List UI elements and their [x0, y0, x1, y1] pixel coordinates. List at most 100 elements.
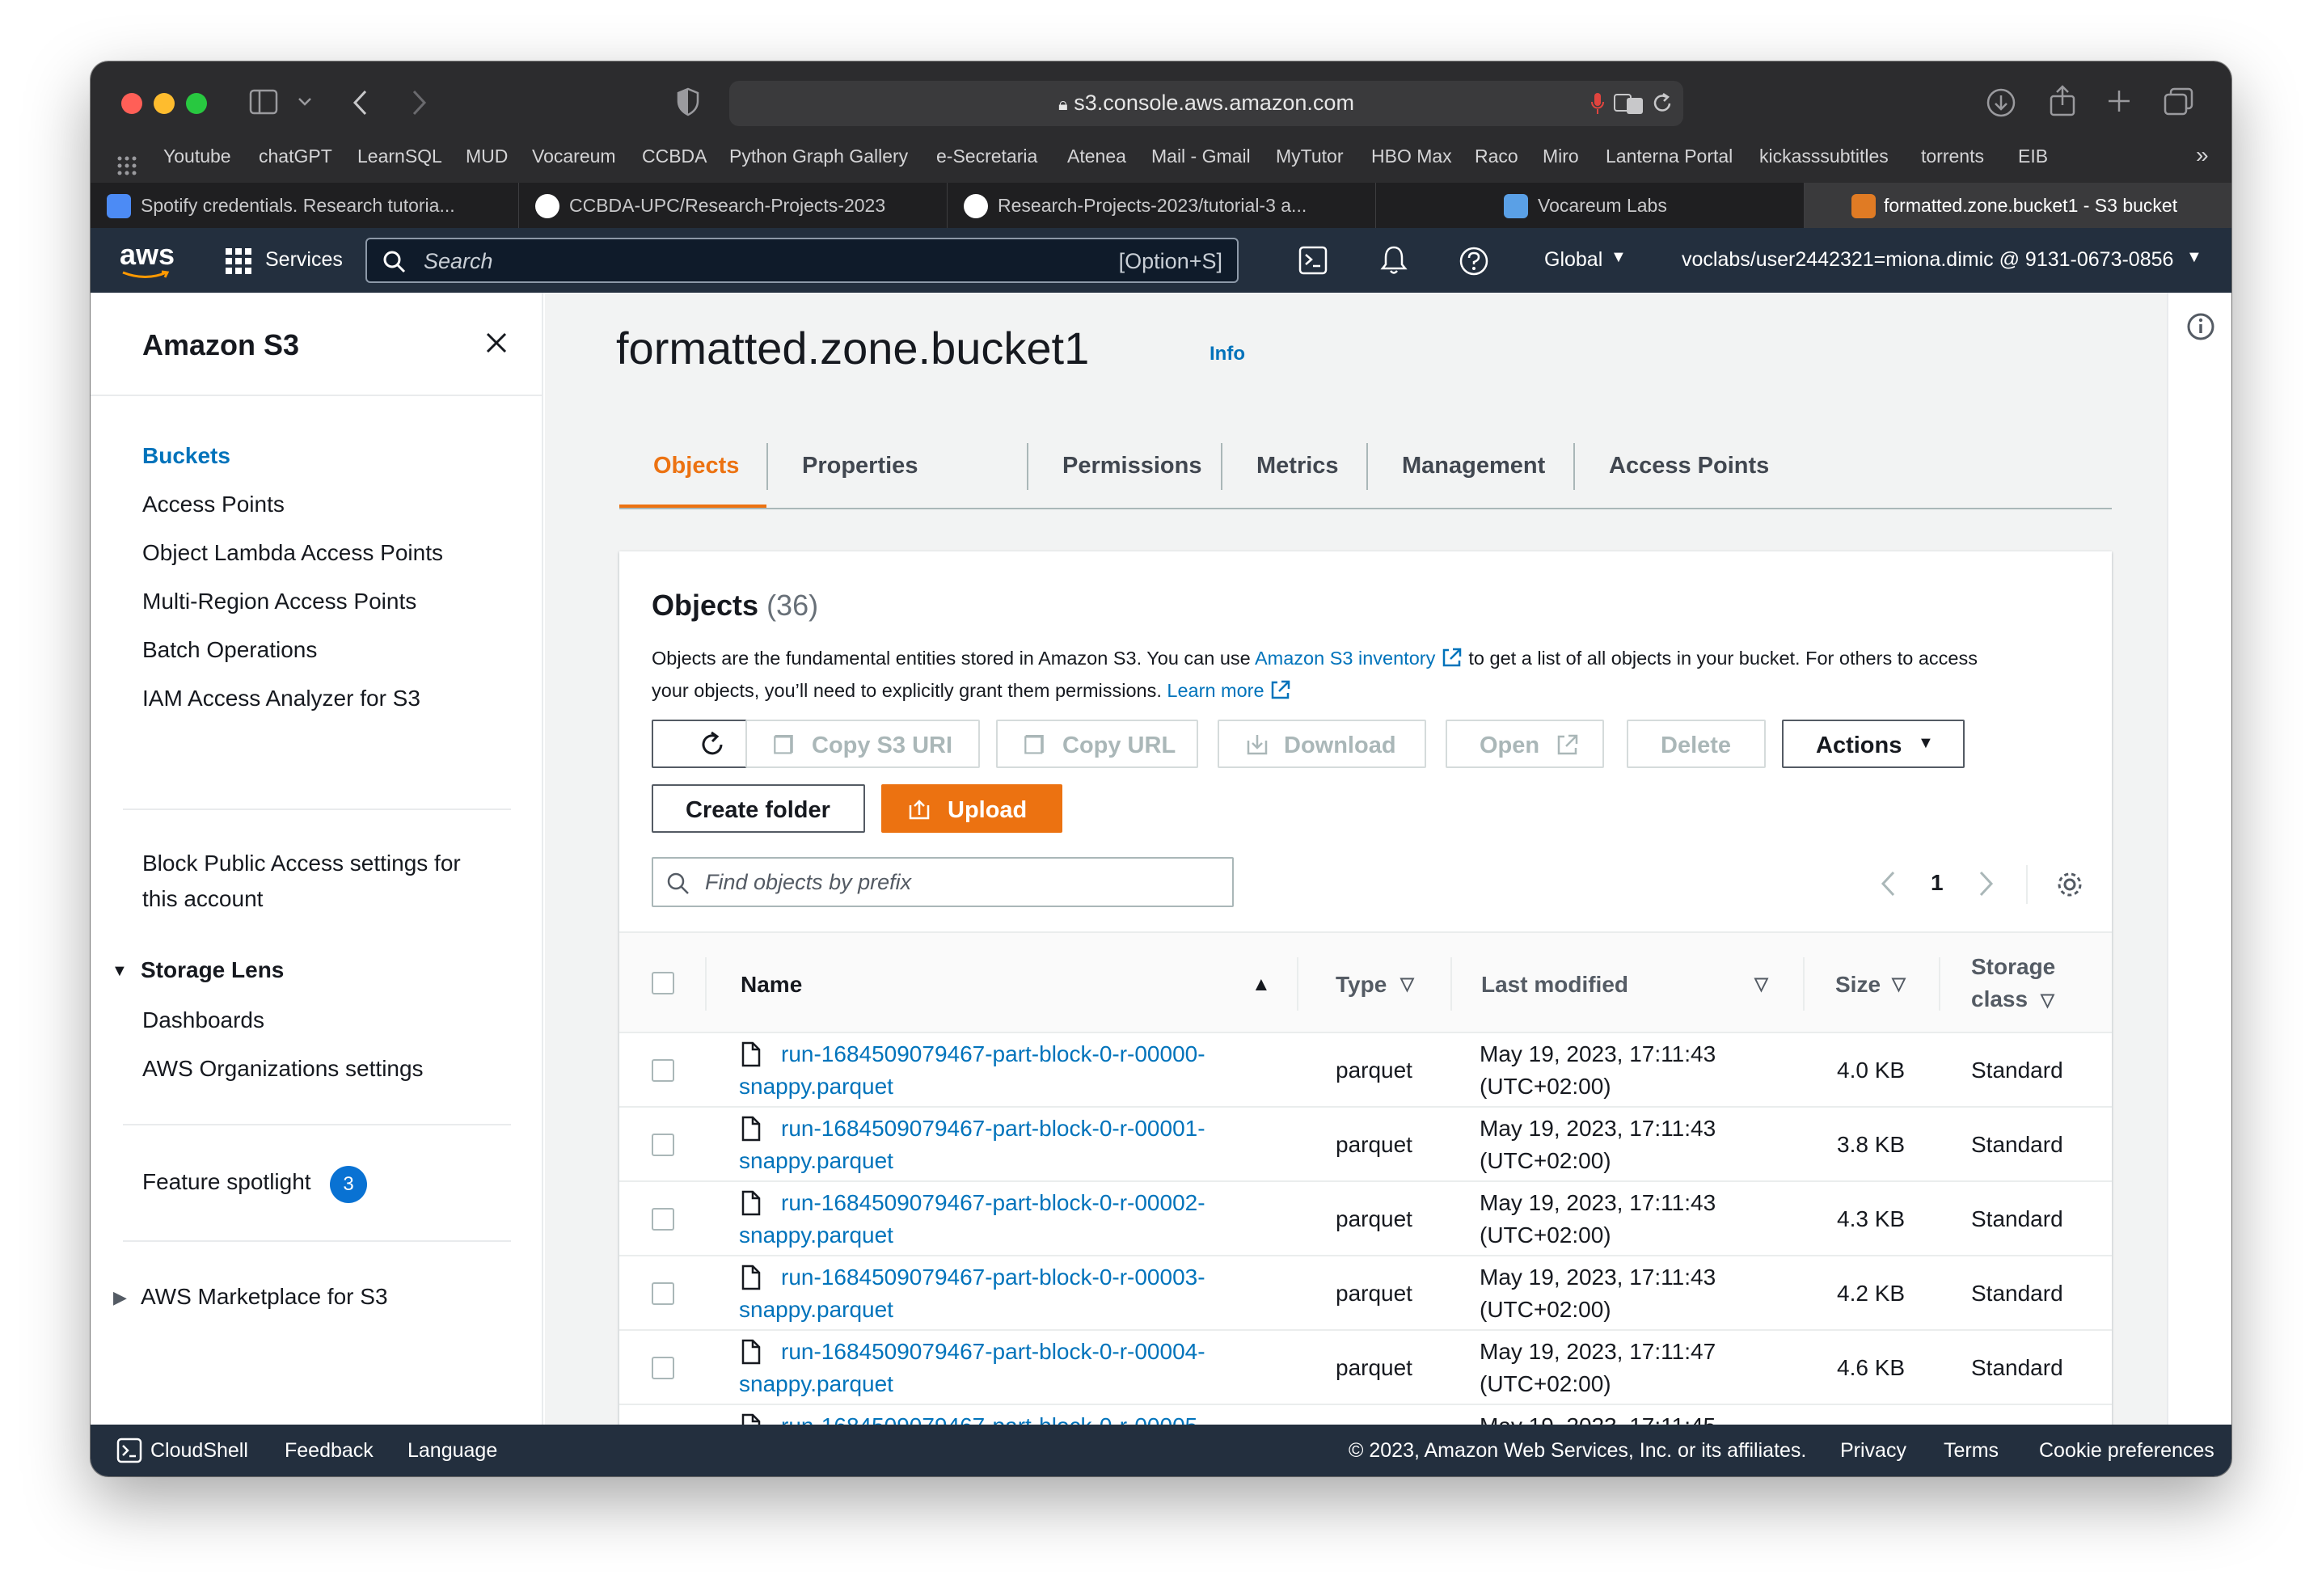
column-size[interactable]: Size [1835, 972, 1881, 998]
bookmark-python-graph-gallery[interactable]: Python Graph Gallery [729, 146, 908, 167]
copy-url-button[interactable]: ❐ Copy URL [996, 720, 1198, 768]
bookmark-ccbda[interactable]: CCBDA [642, 146, 707, 167]
external-link-icon[interactable] [1441, 646, 1463, 669]
bookmark-vocareum[interactable]: Vocareum [532, 146, 616, 167]
table-row[interactable]: run-1684509079467-part-block-0-r-00002- … [619, 1182, 2112, 1256]
region-selector[interactable]: Global [1544, 248, 1602, 272]
cloudshell-icon[interactable] [116, 1438, 142, 1463]
footer-privacy[interactable]: Privacy [1840, 1439, 1906, 1463]
column-type[interactable]: Type [1336, 972, 1387, 998]
services-menu[interactable]: Services [265, 248, 343, 272]
back-icon[interactable] [351, 89, 369, 116]
sort-ascending-icon[interactable]: ▲ [1252, 973, 1271, 996]
object-name-link-2[interactable]: snappy.parquet [739, 1294, 893, 1326]
sort-icon[interactable]: ▽ [2041, 990, 2054, 1011]
sidebar-item-object-lambda[interactable]: Object Lambda Access Points [142, 540, 443, 566]
table-row[interactable]: run-1684509079467-part-block-0-r-00001- … [619, 1108, 2112, 1182]
bookmark-lanterna-portal[interactable]: Lanterna Portal [1606, 146, 1733, 167]
bookmark-e-secretaria[interactable]: e-Secretaria [936, 146, 1037, 167]
object-name-link-2[interactable]: snappy.parquet [739, 1145, 893, 1177]
close-window-button[interactable] [121, 93, 142, 114]
object-name-link[interactable]: run-1684509079467-part-block-0-r-00000- [781, 1038, 1205, 1070]
create-folder-button[interactable]: Create folder [652, 784, 865, 833]
browser-tab-s3-bucket[interactable]: formatted.zone.bucket1 - S3 bucket [1805, 183, 2231, 228]
sidebar-item-iam-access-analyzer[interactable]: IAM Access Analyzer for S3 [142, 686, 420, 711]
footer-terms[interactable]: Terms [1944, 1439, 1999, 1463]
bookmark-mail-gmail[interactable]: Mail - Gmail [1151, 146, 1251, 167]
sidebar-item-feature-spotlight[interactable]: Feature spotlight [142, 1169, 311, 1195]
object-name-link-2[interactable]: snappy.parquet [739, 1070, 893, 1103]
column-storage-class[interactable]: Storage [1971, 954, 2055, 980]
bookmark-raco[interactable]: Raco [1475, 146, 1518, 167]
row-checkbox[interactable] [652, 1282, 674, 1305]
footer-language[interactable]: Language [407, 1439, 497, 1463]
select-all-checkbox[interactable] [652, 972, 674, 994]
footer-cloudshell[interactable]: CloudShell [150, 1439, 248, 1463]
chevron-down-icon[interactable] [298, 97, 312, 107]
sort-icon[interactable]: ▽ [1754, 973, 1768, 994]
actions-dropdown-button[interactable]: Actions ▼ [1782, 720, 1965, 768]
tab-access-points[interactable]: Access Points [1609, 453, 1769, 479]
row-checkbox[interactable] [652, 1208, 674, 1231]
column-last-modified[interactable]: Last modified [1481, 972, 1628, 998]
copy-s3-uri-button[interactable]: ❐ Copy S3 URI [745, 720, 980, 768]
upload-button[interactable]: Upload [881, 784, 1062, 833]
browser-tab-spotify[interactable]: Spotify credentials. Research tutoria... [91, 183, 519, 228]
reload-icon[interactable] [1653, 92, 1674, 115]
object-name-link[interactable]: run-1684509079467-part-block-0-r-00005- [781, 1410, 1205, 1425]
object-name-link[interactable]: run-1684509079467-part-block-0-r-00004- [781, 1336, 1205, 1368]
download-button[interactable]: Download [1218, 720, 1426, 768]
open-button[interactable]: Open [1446, 720, 1604, 768]
s3-inventory-link[interactable]: Amazon S3 inventory [1255, 648, 1435, 669]
sidebar-item-dashboards[interactable]: Dashboards [142, 1007, 264, 1033]
downloads-icon[interactable] [1986, 87, 2016, 118]
sidebar-section-storage-lens[interactable]: Storage Lens [141, 957, 284, 983]
tab-objects[interactable]: Objects [653, 453, 739, 479]
info-icon[interactable] [2186, 312, 2215, 341]
tab-overview-icon[interactable] [2164, 87, 2194, 116]
sidebar-item-aws-organizations[interactable]: AWS Organizations settings [142, 1056, 424, 1082]
browser-tab-vocareum[interactable]: Vocareum Labs [1376, 183, 1805, 228]
forward-icon[interactable] [411, 89, 429, 116]
column-name[interactable]: Name [741, 972, 802, 998]
bookmark-atenea[interactable]: Atenea [1067, 146, 1126, 167]
bookmark-chatgpt[interactable]: chatGPT [259, 146, 332, 167]
delete-button[interactable]: Delete [1627, 720, 1766, 768]
footer-feedback[interactable]: Feedback [285, 1439, 374, 1463]
caret-right-icon[interactable]: ▶ [113, 1287, 127, 1308]
table-row[interactable]: run-1684509079467-part-block-0-r-00004- … [619, 1331, 2112, 1405]
sidebar-item-block-public-access-2[interactable]: this account [142, 886, 263, 912]
sidebar-item-multi-region[interactable]: Multi-Region Access Points [142, 589, 416, 614]
bookmark-learnsql[interactable]: LearnSQL [357, 146, 442, 167]
tab-management[interactable]: Management [1402, 453, 1545, 479]
table-row[interactable]: run-1684509079467-part-block-0-r-00005- … [619, 1405, 2112, 1425]
notifications-bell-icon[interactable] [1379, 244, 1408, 277]
browser-tab-research-projects[interactable]: Research-Projects-2023/tutorial-3 a... [948, 183, 1376, 228]
info-link[interactable]: Info [1210, 343, 1245, 365]
aws-search-input[interactable]: Search [Option+S] [365, 238, 1239, 283]
sidebar-item-access-points[interactable]: Access Points [142, 492, 285, 517]
row-checkbox[interactable] [652, 1059, 674, 1082]
tab-metrics[interactable]: Metrics [1256, 453, 1339, 479]
minimize-window-button[interactable] [154, 93, 175, 114]
bookmark-youtube[interactable]: Youtube [163, 146, 231, 167]
more-bookmarks-icon[interactable]: » [2196, 142, 2209, 168]
previous-page-icon[interactable] [1879, 870, 1897, 897]
object-name-link[interactable]: run-1684509079467-part-block-0-r-00003- [781, 1261, 1205, 1294]
caret-down-icon[interactable]: ▼ [112, 962, 128, 981]
tab-properties[interactable]: Properties [802, 453, 918, 479]
bookmark-torrents[interactable]: torrents [1921, 146, 1984, 167]
browser-tab-ccbda-github[interactable]: CCBDA-UPC/Research-Projects-2023 [519, 183, 948, 228]
learn-more-link[interactable]: Learn more [1167, 680, 1264, 701]
address-bar[interactable]: 🔒︎ s3.console.aws.amazon.com [729, 81, 1683, 126]
footer-cookie-preferences[interactable]: Cookie preferences [2039, 1439, 2214, 1463]
aws-logo[interactable]: aws [120, 238, 175, 272]
sidebar-toggle-icon[interactable] [249, 89, 278, 115]
bookmark-eib[interactable]: EIB [2018, 146, 2048, 167]
column-storage-class-2[interactable]: class [1971, 986, 2028, 1012]
sidebar-item-buckets[interactable]: Buckets [142, 443, 230, 469]
next-page-icon[interactable] [1978, 870, 1995, 897]
object-name-link[interactable]: run-1684509079467-part-block-0-r-00001- [781, 1113, 1205, 1145]
find-objects-input[interactable]: Find objects by prefix [652, 857, 1234, 907]
sort-icon[interactable]: ▽ [1892, 973, 1906, 994]
